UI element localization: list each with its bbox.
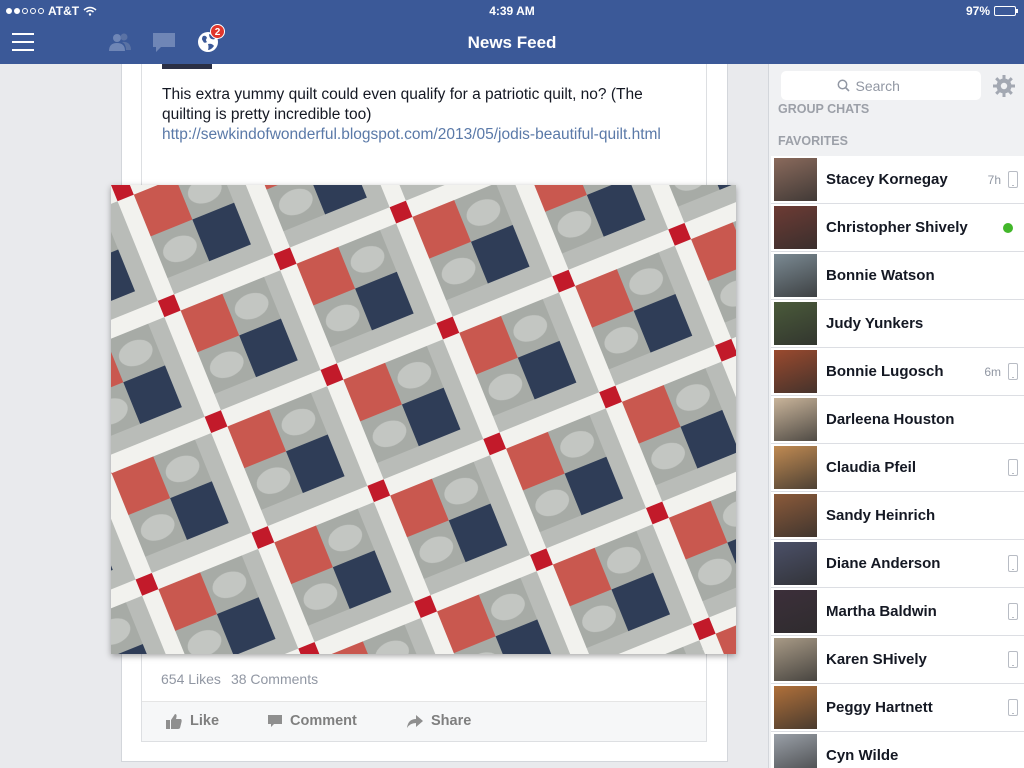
friend-name: Karen SHively [826,651,927,668]
friend-avatar [774,254,817,297]
friend-name: Cyn Wilde [826,747,899,764]
friend-name: Judy Yunkers [826,315,924,332]
friend-row[interactable]: Bonnie Watson [771,252,1024,300]
post-photo-quilt[interactable] [111,185,736,654]
favorites-header: FAVORITES [778,134,848,148]
share-button[interactable]: Share [407,713,471,729]
like-label: Like [190,713,220,729]
friend-avatar [774,590,817,633]
author-avatar[interactable] [162,64,212,69]
friend-name: Diane Anderson [826,555,941,572]
post-link[interactable]: http://sewkindofwonderful.blogspot.com/2… [162,125,682,145]
friend-row[interactable]: Diane Anderson [771,540,1024,588]
friend-row[interactable]: Darleena Houston [771,396,1024,444]
comment-button[interactable]: Comment [268,713,357,729]
friend-row[interactable]: Cyn Wilde [771,732,1024,768]
search-input[interactable] [855,77,926,94]
friend-avatar [774,302,817,345]
friend-row[interactable]: Bonnie Lugosch 6m [771,348,1024,396]
chat-search-box[interactable] [781,71,981,100]
likes-count[interactable]: 654 Likes [161,671,221,687]
friend-row[interactable]: Judy Yunkers [771,300,1024,348]
like-button[interactable]: Like [166,713,219,729]
friend-name: Sandy Heinrich [826,507,936,524]
friend-name: Claudia Pfeil [826,459,917,476]
page-title: News Feed [467,33,557,52]
share-arrow-icon [407,714,423,728]
friend-avatar [774,494,817,537]
mobile-phone-icon [1008,651,1018,668]
online-status-dot [1003,223,1013,233]
friend-row[interactable]: Claudia Pfeil [771,444,1024,492]
friend-name: Martha Baldwin [826,603,937,620]
battery-status: 97% [965,4,1018,18]
friend-row[interactable]: Martha Baldwin [771,588,1024,636]
friend-name: Peggy Hartnett [826,699,933,716]
last-active-time: 7h [987,173,1001,187]
comment-icon [268,714,282,727]
engagement-counts: 654 Likes 38 Comments [161,671,318,687]
friend-avatar [774,206,817,249]
last-active-time: 6m [984,365,1001,379]
mobile-phone-icon [1008,699,1018,716]
friend-avatar [774,350,817,393]
friend-avatar [774,734,817,768]
gear-icon[interactable] [992,74,1016,98]
quilt-photo-image [111,185,736,654]
mobile-phone-icon [1008,459,1018,476]
friend-row[interactable]: Karen SHively [771,636,1024,684]
friend-avatar [774,158,817,201]
friend-avatar [774,542,817,585]
friend-row[interactable]: Peggy Hartnett [771,684,1024,732]
mobile-phone-icon [1008,171,1018,188]
battery-percent: 97% [965,4,990,18]
friend-row[interactable]: Christopher Shively [771,204,1024,252]
clock: 4:39 AM [489,4,535,18]
battery-icon [994,6,1018,16]
friend-row[interactable]: Stacey Kornegay 7h [771,156,1024,204]
group-chats-header: GROUP CHATS [778,102,870,116]
friend-name: Bonnie Watson [826,267,935,284]
friend-name: Darleena Houston [826,411,955,428]
post-text: This extra yummy quilt could even qualif… [162,86,643,123]
search-icon [837,79,850,92]
friend-name: Stacey Kornegay [826,171,948,188]
friend-avatar [774,446,817,489]
friend-avatar [774,686,817,729]
friend-row[interactable]: Sandy Heinrich [771,492,1024,540]
post-action-bar: Like Comment Share [142,701,706,741]
mobile-phone-icon [1008,363,1018,380]
friend-name: Christopher Shively [826,219,968,236]
friend-avatar [774,638,817,681]
friend-avatar [774,398,817,441]
mobile-phone-icon [1008,555,1018,572]
comments-count[interactable]: 38 Comments [231,671,318,687]
top-navigation-bar: AT&T 4:39 AM 97% 2 News Feed [0,0,1024,64]
thumbs-up-icon [166,713,182,729]
mobile-phone-icon [1008,603,1018,620]
favorites-list: Stacey Kornegay 7h Christopher Shively Bonn… [771,156,1024,768]
share-label: Share [431,713,472,729]
friend-name: Bonnie Lugosch [826,363,944,380]
comment-label: Comment [290,713,357,729]
chat-sidebar: GROUP CHATS FAVORITES Stacey Kornegay 7h C… [768,64,1024,768]
